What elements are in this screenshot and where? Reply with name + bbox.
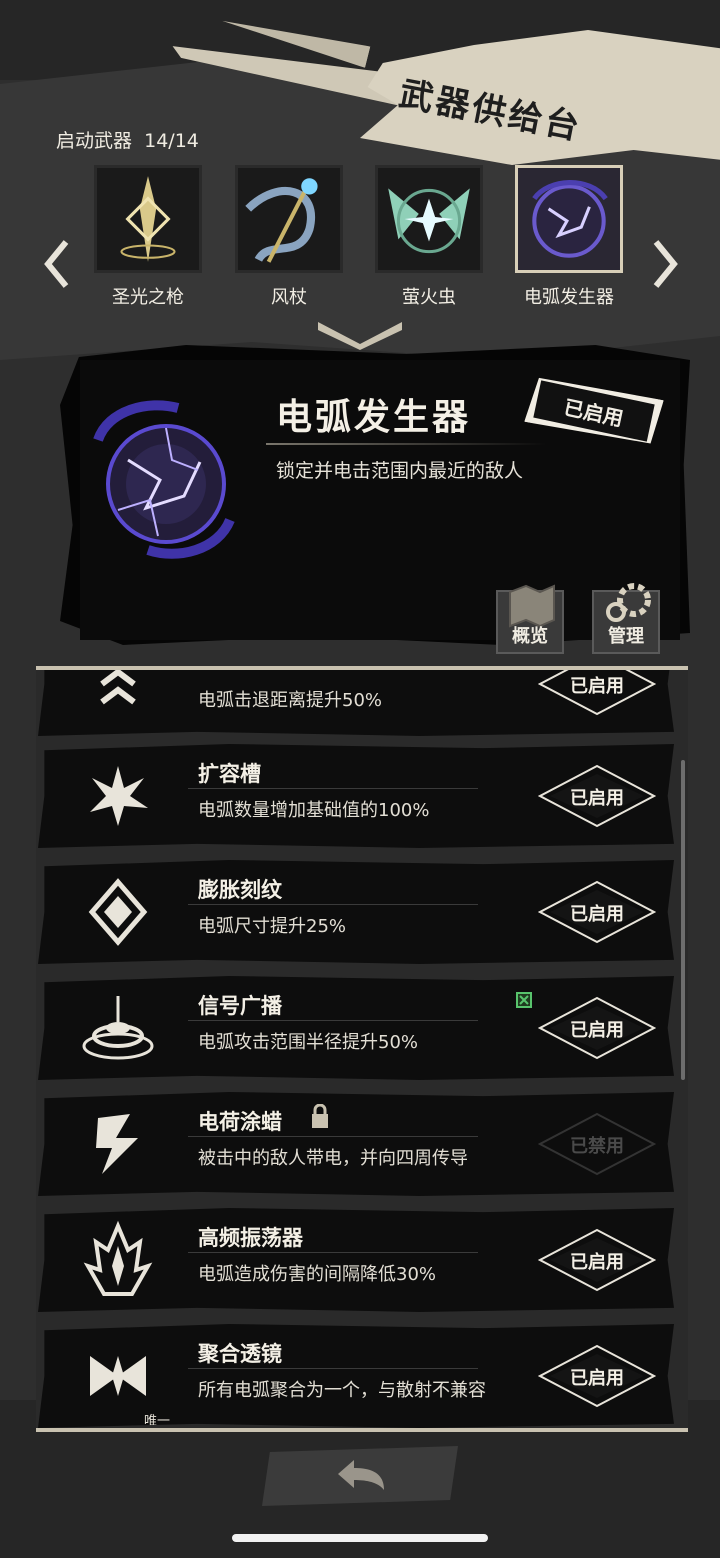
upgrade-title: 电荷涂蜡 [198,1110,282,1134]
title-divider [266,443,546,445]
back-arrow-icon [338,1460,384,1490]
card-divider [188,788,478,789]
upgrade-toggle[interactable]: 已启用 [538,996,656,1060]
toggle-label: 已启用 [570,788,624,809]
back-button[interactable] [262,1446,458,1506]
card-divider [188,904,478,905]
overview-button[interactable]: 概览 [496,584,564,654]
upgrade-title: 扩容槽 [198,762,261,786]
unique-tag: 唯一 [144,1414,171,1429]
overview-label: 概览 [512,626,548,647]
signal-tower-icon [78,988,158,1068]
carousel-next-button[interactable] [650,238,680,290]
card-divider [188,1136,478,1137]
upgrade-desc: 被击中的敌人带电，并向四周传导 [198,1148,468,1169]
firefly-icon [388,188,470,254]
toggle-label: 已禁用 [570,1136,624,1157]
chevron-left-icon [44,240,69,288]
upgrade-card-charge-wax[interactable]: 电荷涂蜡 被击中的敌人带电，并向四周传导 已禁用 [38,1092,674,1196]
upgrade-title: 膨胀刻纹 [198,878,282,902]
upgrade-title: 信号广播 [198,994,282,1018]
weapon-label: 电弧发生器 [524,287,614,308]
arc-generator-icon [532,179,608,258]
upgrade-card-expansion-rune[interactable]: 膨胀刻纹 电弧尺寸提升25% 已启用 [38,860,674,964]
upgrade-toggle[interactable]: 已启用 [538,1344,656,1408]
upgrade-card-hf-oscillator[interactable]: 高频振荡器 电弧造成伤害的间隔降低30% 已启用 [38,1208,674,1312]
card-divider [188,1020,478,1021]
new-badge-icon [516,992,532,1008]
toggle-label: 已启用 [570,1252,624,1273]
upgrade-card-expansion-slot[interactable]: 扩容槽 电弧数量增加基础值的100% 已启用 [38,744,674,848]
lightning-icon [78,1104,158,1184]
chevron-right-icon [653,240,678,288]
arc-generator-large-icon [93,400,235,559]
upgrade-toggle[interactable]: 已启用 [538,764,656,828]
upgrade-desc: 电弧数量增加基础值的100% [198,800,430,821]
burst-icon [78,756,158,836]
lock-tag-icon [312,1104,328,1128]
startup-weapons-count: 启动武器 14/14 [56,126,199,153]
toggle-label: 已启用 [570,1020,624,1041]
weapon-label: 风杖 [271,287,307,308]
upgrade-toggle[interactable]: 已启用 [538,880,656,944]
upgrade-title: 高频振荡器 [198,1226,303,1250]
holy-spear-icon [120,176,176,262]
chevron-down-icon [318,322,402,350]
upgrade-desc: 电弧攻击范围半径提升50% [198,1032,419,1053]
weapon-label: 圣光之枪 [112,287,184,308]
weapon-slot-holy-spear[interactable] [94,165,202,273]
manage-label: 管理 [608,626,644,647]
card-divider [188,1252,478,1253]
flame-crystal-icon [78,1220,158,1300]
upgrade-toggle[interactable]: 已启用 [538,1228,656,1292]
weapon-slot-firefly[interactable] [375,165,483,273]
weapon-slot-arc-generator[interactable] [515,165,623,273]
upgrade-desc: 电弧尺寸提升25% [198,916,347,937]
list-scrollbar[interactable] [681,760,685,1080]
upgrade-list[interactable]: 电弧击退距离提升50% 已启用 扩容槽 电弧数量增加基础值的100% 已启用 膨… [36,666,688,1432]
upgrade-desc: 所有电弧聚合为一个，与散射不兼容 [198,1380,486,1401]
wind-staff-icon [245,178,318,263]
startup-count: 14/14 [144,130,199,152]
toggle-label: 已启用 [570,676,624,697]
weapon-description: 锁定并电击范围内最近的敌人 [276,460,524,482]
home-indicator[interactable] [232,1534,488,1542]
card-divider [188,1368,478,1369]
weapon-slot-wind-staff[interactable] [235,165,343,273]
upgrade-desc: 电弧造成伤害的间隔降低30% [198,1264,437,1285]
upgrade-card-knockback[interactable]: 电弧击退距离提升50% 已启用 [38,670,674,736]
diamond-rune-icon [78,872,158,952]
upgrade-toggle[interactable]: 已禁用 [538,1112,656,1176]
weapon-label: 萤火虫 [402,287,456,308]
upgrade-desc: 电弧击退距离提升50% [198,690,383,711]
upgrade-title: 聚合透镜 [198,1342,282,1366]
upgrade-card-focus-lens[interactable]: 唯一 聚合透镜 所有电弧聚合为一个，与散射不兼容 已启用 [38,1324,674,1428]
toggle-label: 已启用 [570,904,624,925]
manage-button[interactable]: 管理 [592,583,660,654]
weapon-name: 电弧发生器 [276,397,472,438]
upgrade-card-signal-broadcast[interactable]: 信号广播 电弧攻击范围半径提升50% 已启用 [38,976,674,1080]
startup-label: 启动武器 [56,130,133,152]
chevrons-up-icon [78,670,158,724]
carousel-prev-button[interactable] [42,238,72,290]
lens-icon [78,1336,158,1416]
upgrade-toggle[interactable]: 已启用 [538,670,656,716]
toggle-label: 已启用 [570,1368,624,1389]
